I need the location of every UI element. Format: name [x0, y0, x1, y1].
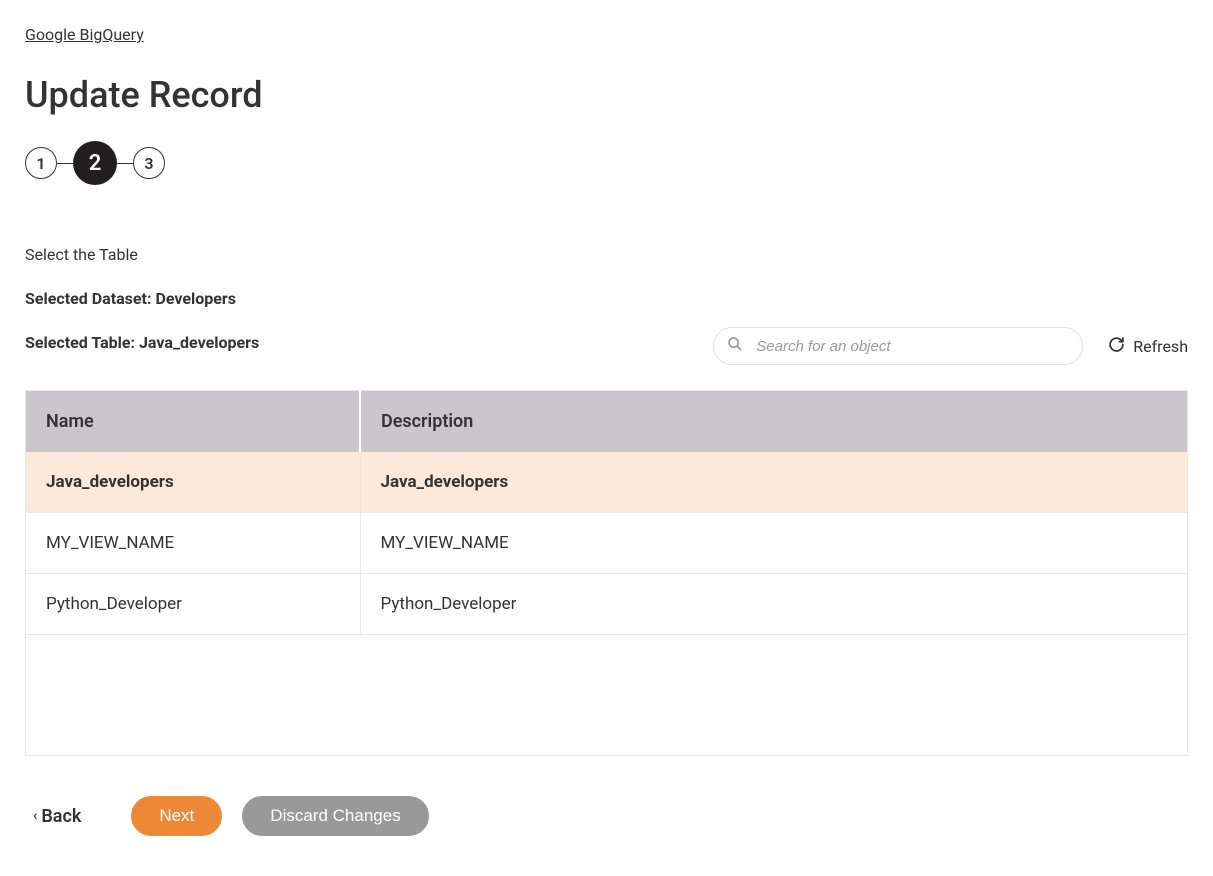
data-table: Name Description Java_developersJava_dev… — [26, 391, 1187, 635]
step-connector — [117, 163, 133, 164]
search-input[interactable] — [713, 327, 1083, 365]
table-row[interactable]: Python_DeveloperPython_Developer — [26, 574, 1187, 635]
step-2[interactable]: 2 — [73, 141, 117, 185]
cell-description: Python_Developer — [360, 574, 1187, 635]
search-icon — [727, 336, 743, 356]
table-row[interactable]: Java_developersJava_developers — [26, 452, 1187, 513]
footer-actions: ‹ Back Next Discard Changes — [25, 796, 1188, 836]
chevron-left-icon: ‹ — [33, 808, 37, 824]
page-title: Update Record — [25, 74, 1188, 116]
cell-name: Python_Developer — [26, 574, 360, 635]
next-button[interactable]: Next — [131, 796, 222, 836]
table-container: Name Description Java_developersJava_dev… — [25, 390, 1188, 756]
refresh-icon — [1108, 336, 1125, 357]
table-row[interactable]: MY_VIEW_NAMEMY_VIEW_NAME — [26, 513, 1187, 574]
refresh-label: Refresh — [1133, 337, 1188, 356]
cell-description: Java_developers — [360, 452, 1187, 513]
cell-description: MY_VIEW_NAME — [360, 513, 1187, 574]
table-header-name: Name — [26, 391, 360, 452]
section-label: Select the Table — [25, 245, 1188, 264]
back-label: Back — [41, 806, 81, 827]
table-filler — [26, 635, 1187, 755]
back-button[interactable]: ‹ Back — [33, 806, 81, 827]
step-connector — [57, 163, 73, 164]
discard-button[interactable]: Discard Changes — [242, 796, 428, 836]
refresh-button[interactable]: Refresh — [1108, 336, 1188, 357]
cell-name: MY_VIEW_NAME — [26, 513, 360, 574]
breadcrumb-link[interactable]: Google BigQuery — [25, 25, 144, 44]
step-1[interactable]: 1 — [25, 147, 57, 179]
step-3[interactable]: 3 — [133, 147, 165, 179]
selected-dataset-label: Selected Dataset: Developers — [25, 289, 1188, 308]
search-wrap — [713, 327, 1083, 365]
table-header-description: Description — [360, 391, 1187, 452]
stepper: 1 2 3 — [25, 141, 1188, 185]
cell-name: Java_developers — [26, 452, 360, 513]
